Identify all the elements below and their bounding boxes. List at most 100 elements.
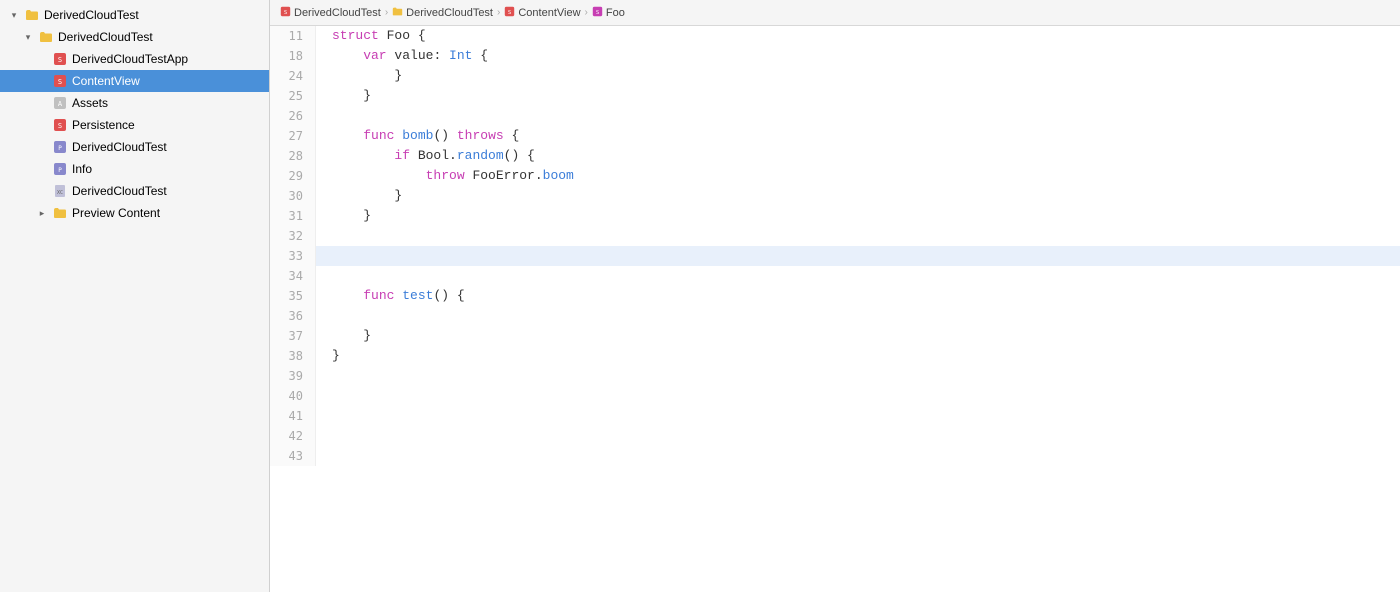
code-row: 34: [270, 266, 1400, 286]
code-row: 24 }: [270, 66, 1400, 86]
line-number: 18: [270, 46, 316, 66]
code-row: 29 throw FooError.boom: [270, 166, 1400, 186]
code-line-content: [316, 446, 1400, 466]
line-number: 34: [270, 266, 316, 286]
code-line-content: }: [316, 66, 1400, 86]
main-content: S DerivedCloudTest › DerivedCloudTest › S…: [270, 0, 1400, 592]
code-table: 11struct Foo {18 var value: Int {24 }25 …: [270, 26, 1400, 466]
swift-icon: S: [52, 117, 68, 133]
code-line-content: [316, 426, 1400, 446]
sidebar-item-label: ContentView: [72, 74, 261, 88]
line-number: 40: [270, 386, 316, 406]
svg-text:S: S: [596, 9, 599, 15]
line-number: 31: [270, 206, 316, 226]
sidebar-item-root-group[interactable]: DerivedCloudTest: [0, 4, 269, 26]
sidebar-item-persistence[interactable]: S Persistence: [0, 114, 269, 136]
code-row: 35 func test() {: [270, 286, 1400, 306]
sidebar-item-derived-cloud-test[interactable]: DerivedCloudTest: [0, 26, 269, 48]
sidebar-item-label: DerivedCloudTest: [44, 8, 261, 22]
line-number: 30: [270, 186, 316, 206]
struct-icon: S: [592, 6, 603, 20]
sidebar-item-preview-content[interactable]: Preview Content: [0, 202, 269, 224]
chevron-icon: [22, 31, 34, 43]
chevron-icon: [36, 207, 48, 219]
code-row: 11struct Foo {: [270, 26, 1400, 46]
code-row: 25 }: [270, 86, 1400, 106]
asset-icon: A: [52, 95, 68, 111]
sidebar: DerivedCloudTestDerivedCloudTest SDerive…: [0, 0, 270, 592]
svg-text:S: S: [58, 122, 62, 130]
swift-icon: S: [52, 73, 68, 89]
sidebar-item-label: Info: [72, 162, 261, 176]
svg-text:P: P: [58, 167, 62, 174]
breadcrumb-separator: ›: [497, 7, 500, 18]
code-area[interactable]: 11struct Foo {18 var value: Int {24 }25 …: [270, 26, 1400, 592]
folder-icon: [392, 6, 403, 20]
code-line-content: [316, 386, 1400, 406]
sidebar-item-info[interactable]: P Info: [0, 158, 269, 180]
folder-icon: [24, 7, 40, 23]
breadcrumb-separator: ›: [585, 7, 588, 18]
breadcrumb-item-bc-3[interactable]: S ContentView: [504, 6, 580, 20]
code-line-content: [316, 366, 1400, 386]
sidebar-item-label: Persistence: [72, 118, 261, 132]
sidebar-item-derived-cloud-test-app[interactable]: SDerivedCloudTestApp: [0, 48, 269, 70]
chevron-icon: [8, 9, 20, 21]
code-row: 31 }: [270, 206, 1400, 226]
code-line-content: [316, 226, 1400, 246]
sidebar-item-derived-cloud-test-2[interactable]: PDerivedCloudTest: [0, 136, 269, 158]
code-line-content: [316, 406, 1400, 426]
swift-icon: S: [52, 51, 68, 67]
line-number: 42: [270, 426, 316, 446]
code-line-content: var value: Int {: [316, 46, 1400, 66]
code-line-content: [316, 106, 1400, 126]
line-number: 38: [270, 346, 316, 366]
line-number: 24: [270, 66, 316, 86]
svg-text:S: S: [58, 56, 62, 64]
swift-icon: S: [504, 6, 515, 20]
code-row: 28 if Bool.random() {: [270, 146, 1400, 166]
sidebar-item-derived-cloud-test-3[interactable]: XC DerivedCloudTest: [0, 180, 269, 202]
code-line-content: }: [316, 346, 1400, 366]
line-number: 32: [270, 226, 316, 246]
breadcrumb-item-bc-1[interactable]: S DerivedCloudTest: [280, 6, 381, 20]
breadcrumb-item-bc-2[interactable]: DerivedCloudTest: [392, 6, 493, 20]
code-row: 27 func bomb() throws {: [270, 126, 1400, 146]
line-number: 27: [270, 126, 316, 146]
folder-icon: [38, 29, 54, 45]
code-line-content: }: [316, 86, 1400, 106]
code-line-content: }: [316, 326, 1400, 346]
svg-text:S: S: [284, 9, 287, 15]
svg-text:XC: XC: [57, 190, 63, 196]
sidebar-item-label: DerivedCloudTest: [72, 184, 261, 198]
breadcrumb-label: ContentView: [518, 7, 580, 19]
code-row: 37 }: [270, 326, 1400, 346]
svg-text:S: S: [508, 9, 511, 15]
sidebar-item-content-view[interactable]: S ContentView: [0, 70, 269, 92]
file-icon: XC: [52, 183, 68, 199]
svg-text:S: S: [58, 78, 62, 86]
sidebar-item-label: Assets: [72, 96, 261, 110]
sidebar-item-assets[interactable]: A Assets: [0, 92, 269, 114]
folder-icon: [52, 205, 68, 221]
swift-icon: S: [280, 6, 291, 20]
code-line-content: struct Foo {: [316, 26, 1400, 46]
plist-icon: P: [52, 139, 68, 155]
code-line-content: func bomb() throws {: [316, 126, 1400, 146]
breadcrumb-item-bc-4[interactable]: SFoo: [592, 6, 625, 20]
breadcrumb-separator: ›: [385, 7, 388, 18]
code-row: 26: [270, 106, 1400, 126]
line-number: 35: [270, 286, 316, 306]
plist-icon: P: [52, 161, 68, 177]
code-row: 43: [270, 446, 1400, 466]
line-number: 11: [270, 26, 316, 46]
line-number: 26: [270, 106, 316, 126]
line-number: 37: [270, 326, 316, 346]
code-line-content: func test() {: [316, 286, 1400, 306]
breadcrumb-label: DerivedCloudTest: [406, 7, 493, 19]
code-row: 38}: [270, 346, 1400, 366]
code-row: 40: [270, 386, 1400, 406]
line-number: 36: [270, 306, 316, 326]
breadcrumb-label: DerivedCloudTest: [294, 7, 381, 19]
code-row: 33: [270, 246, 1400, 266]
